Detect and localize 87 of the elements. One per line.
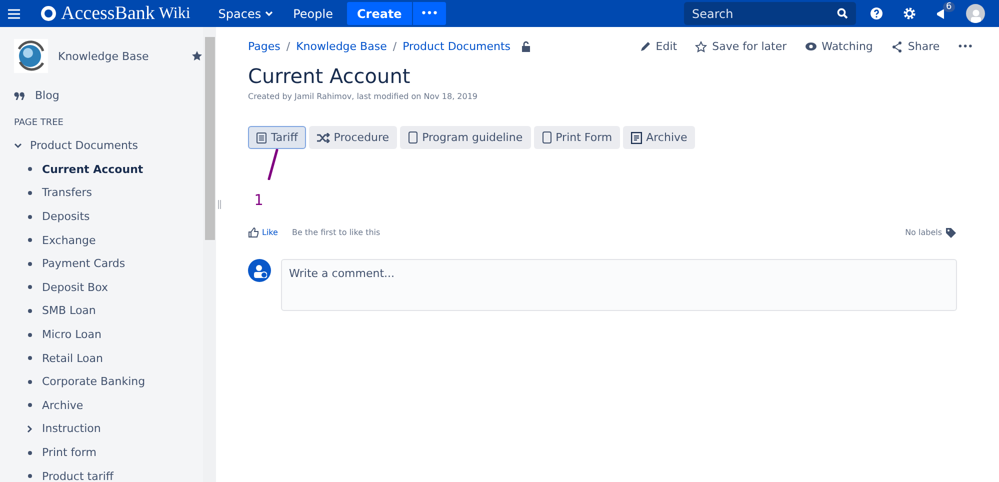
like-note: Be the first to like this xyxy=(292,228,380,237)
page-tree-item[interactable]: Micro Loan xyxy=(14,322,203,346)
nav-menu[interactable]: Spaces xyxy=(212,6,280,20)
bullet-icon xyxy=(28,214,32,219)
blog-link[interactable]: Blog xyxy=(14,89,203,102)
menu-icon[interactable] xyxy=(8,8,20,18)
settings-icon[interactable] xyxy=(903,7,916,20)
macro-button[interactable]: Print Form xyxy=(534,126,620,149)
star-icon xyxy=(695,40,708,52)
page-tree-item[interactable]: Deposits xyxy=(14,204,203,228)
list-icon xyxy=(631,132,642,144)
notification-count: 6 xyxy=(943,2,955,12)
macro-button[interactable]: Tariff xyxy=(248,126,306,149)
pencil-icon xyxy=(640,41,651,52)
bullet-icon xyxy=(28,450,32,455)
page-tree-item[interactable]: Product Documents xyxy=(14,134,203,158)
page-tree-item[interactable]: Payment Cards xyxy=(14,252,203,276)
more-button[interactable]: ••• xyxy=(412,2,446,25)
chevron-down-icon[interactable] xyxy=(14,142,22,150)
comment-field[interactable]: Write a comment... xyxy=(281,259,957,311)
page-tree-item[interactable]: Corporate Banking xyxy=(14,370,203,394)
resize-handle[interactable] xyxy=(218,200,221,209)
bullet-icon xyxy=(28,238,32,242)
eye-icon xyxy=(804,42,817,51)
share-icon xyxy=(890,40,903,52)
breadcrumb-link[interactable]: Pages xyxy=(248,40,280,53)
search-field[interactable]: Search xyxy=(684,2,856,25)
section-heading: PAGE TREE xyxy=(14,118,64,128)
annotation-number: 1 xyxy=(254,191,264,209)
more-button[interactable]: ••• xyxy=(958,40,973,53)
breadcrumb-link[interactable]: Product Documents xyxy=(402,40,511,53)
breadcrumb-separator: / xyxy=(286,40,290,53)
star-icon[interactable] xyxy=(191,50,203,62)
search-icon xyxy=(837,8,848,19)
bullet-icon xyxy=(28,403,32,408)
page-tree-item[interactable]: Instruction xyxy=(14,417,203,441)
bullet-icon xyxy=(28,262,32,266)
page-icon xyxy=(408,131,418,144)
page-tree-item[interactable]: Transfers xyxy=(14,181,203,205)
user-avatar xyxy=(248,259,271,282)
document-icon xyxy=(256,132,267,144)
create-button[interactable]: Create xyxy=(346,2,412,25)
macro-button[interactable]: Program guideline xyxy=(400,126,531,149)
macro-button[interactable]: Archive xyxy=(623,126,696,149)
bullet-icon xyxy=(28,332,32,337)
space-name[interactable]: Knowledge Base xyxy=(58,50,181,62)
page-title: Current Account xyxy=(248,64,412,88)
page-tree-item[interactable]: Archive xyxy=(14,394,203,418)
page-tree-item[interactable]: Exchange xyxy=(14,228,203,252)
bullet-icon xyxy=(28,356,32,360)
page-tree-item[interactable]: Deposit Box xyxy=(14,276,203,300)
breadcrumb-link[interactable]: Knowledge Base xyxy=(296,40,387,53)
page-tree-item[interactable]: SMB Loan xyxy=(14,299,203,323)
breadcrumb-separator: / xyxy=(392,40,397,53)
thumbs-up-icon xyxy=(248,227,259,238)
wiki-logo[interactable]: AccessBank Wiki xyxy=(40,2,190,24)
unlocked-icon[interactable] xyxy=(520,41,531,52)
bullet-icon xyxy=(28,308,32,313)
scrollbar[interactable] xyxy=(203,27,216,482)
page-tree-item[interactable]: Print form xyxy=(14,440,203,464)
nav-menu[interactable]: People xyxy=(287,6,339,20)
page-action-button[interactable]: Share xyxy=(890,40,940,53)
page-byline: Created by Jamil Rahimov, last modified on Nov 18, 2019 xyxy=(248,92,479,101)
labels-text: No labels xyxy=(905,228,942,237)
bullet-icon xyxy=(28,167,32,172)
tag-icon[interactable] xyxy=(946,228,957,238)
page-action-button[interactable]: Save for later xyxy=(695,40,787,53)
help-icon[interactable] xyxy=(870,7,883,20)
bullet-icon xyxy=(28,474,32,478)
user-avatar[interactable] xyxy=(966,4,985,23)
macro-button[interactable]: Procedure xyxy=(308,126,398,149)
space-logo-icon[interactable] xyxy=(14,39,48,73)
chevron-right-icon[interactable] xyxy=(26,424,34,433)
page-tree-item[interactable]: Retail Loan xyxy=(14,346,203,370)
bullet-icon xyxy=(28,285,32,290)
page-tree-item[interactable]: Product tariff xyxy=(14,464,203,482)
like-link[interactable]: Like xyxy=(248,227,278,238)
bullet-icon xyxy=(28,190,32,195)
annotation-line xyxy=(267,149,279,180)
page-action-button[interactable]: Edit xyxy=(640,40,678,53)
chevron-down-icon xyxy=(265,10,274,16)
page-icon xyxy=(542,131,552,144)
shuffle-icon xyxy=(316,132,330,142)
page-action-button[interactable]: Watching xyxy=(804,40,873,53)
page-tree-item[interactable]: Current Account xyxy=(14,158,203,182)
quote-icon xyxy=(14,92,25,100)
bullet-icon xyxy=(28,380,32,384)
